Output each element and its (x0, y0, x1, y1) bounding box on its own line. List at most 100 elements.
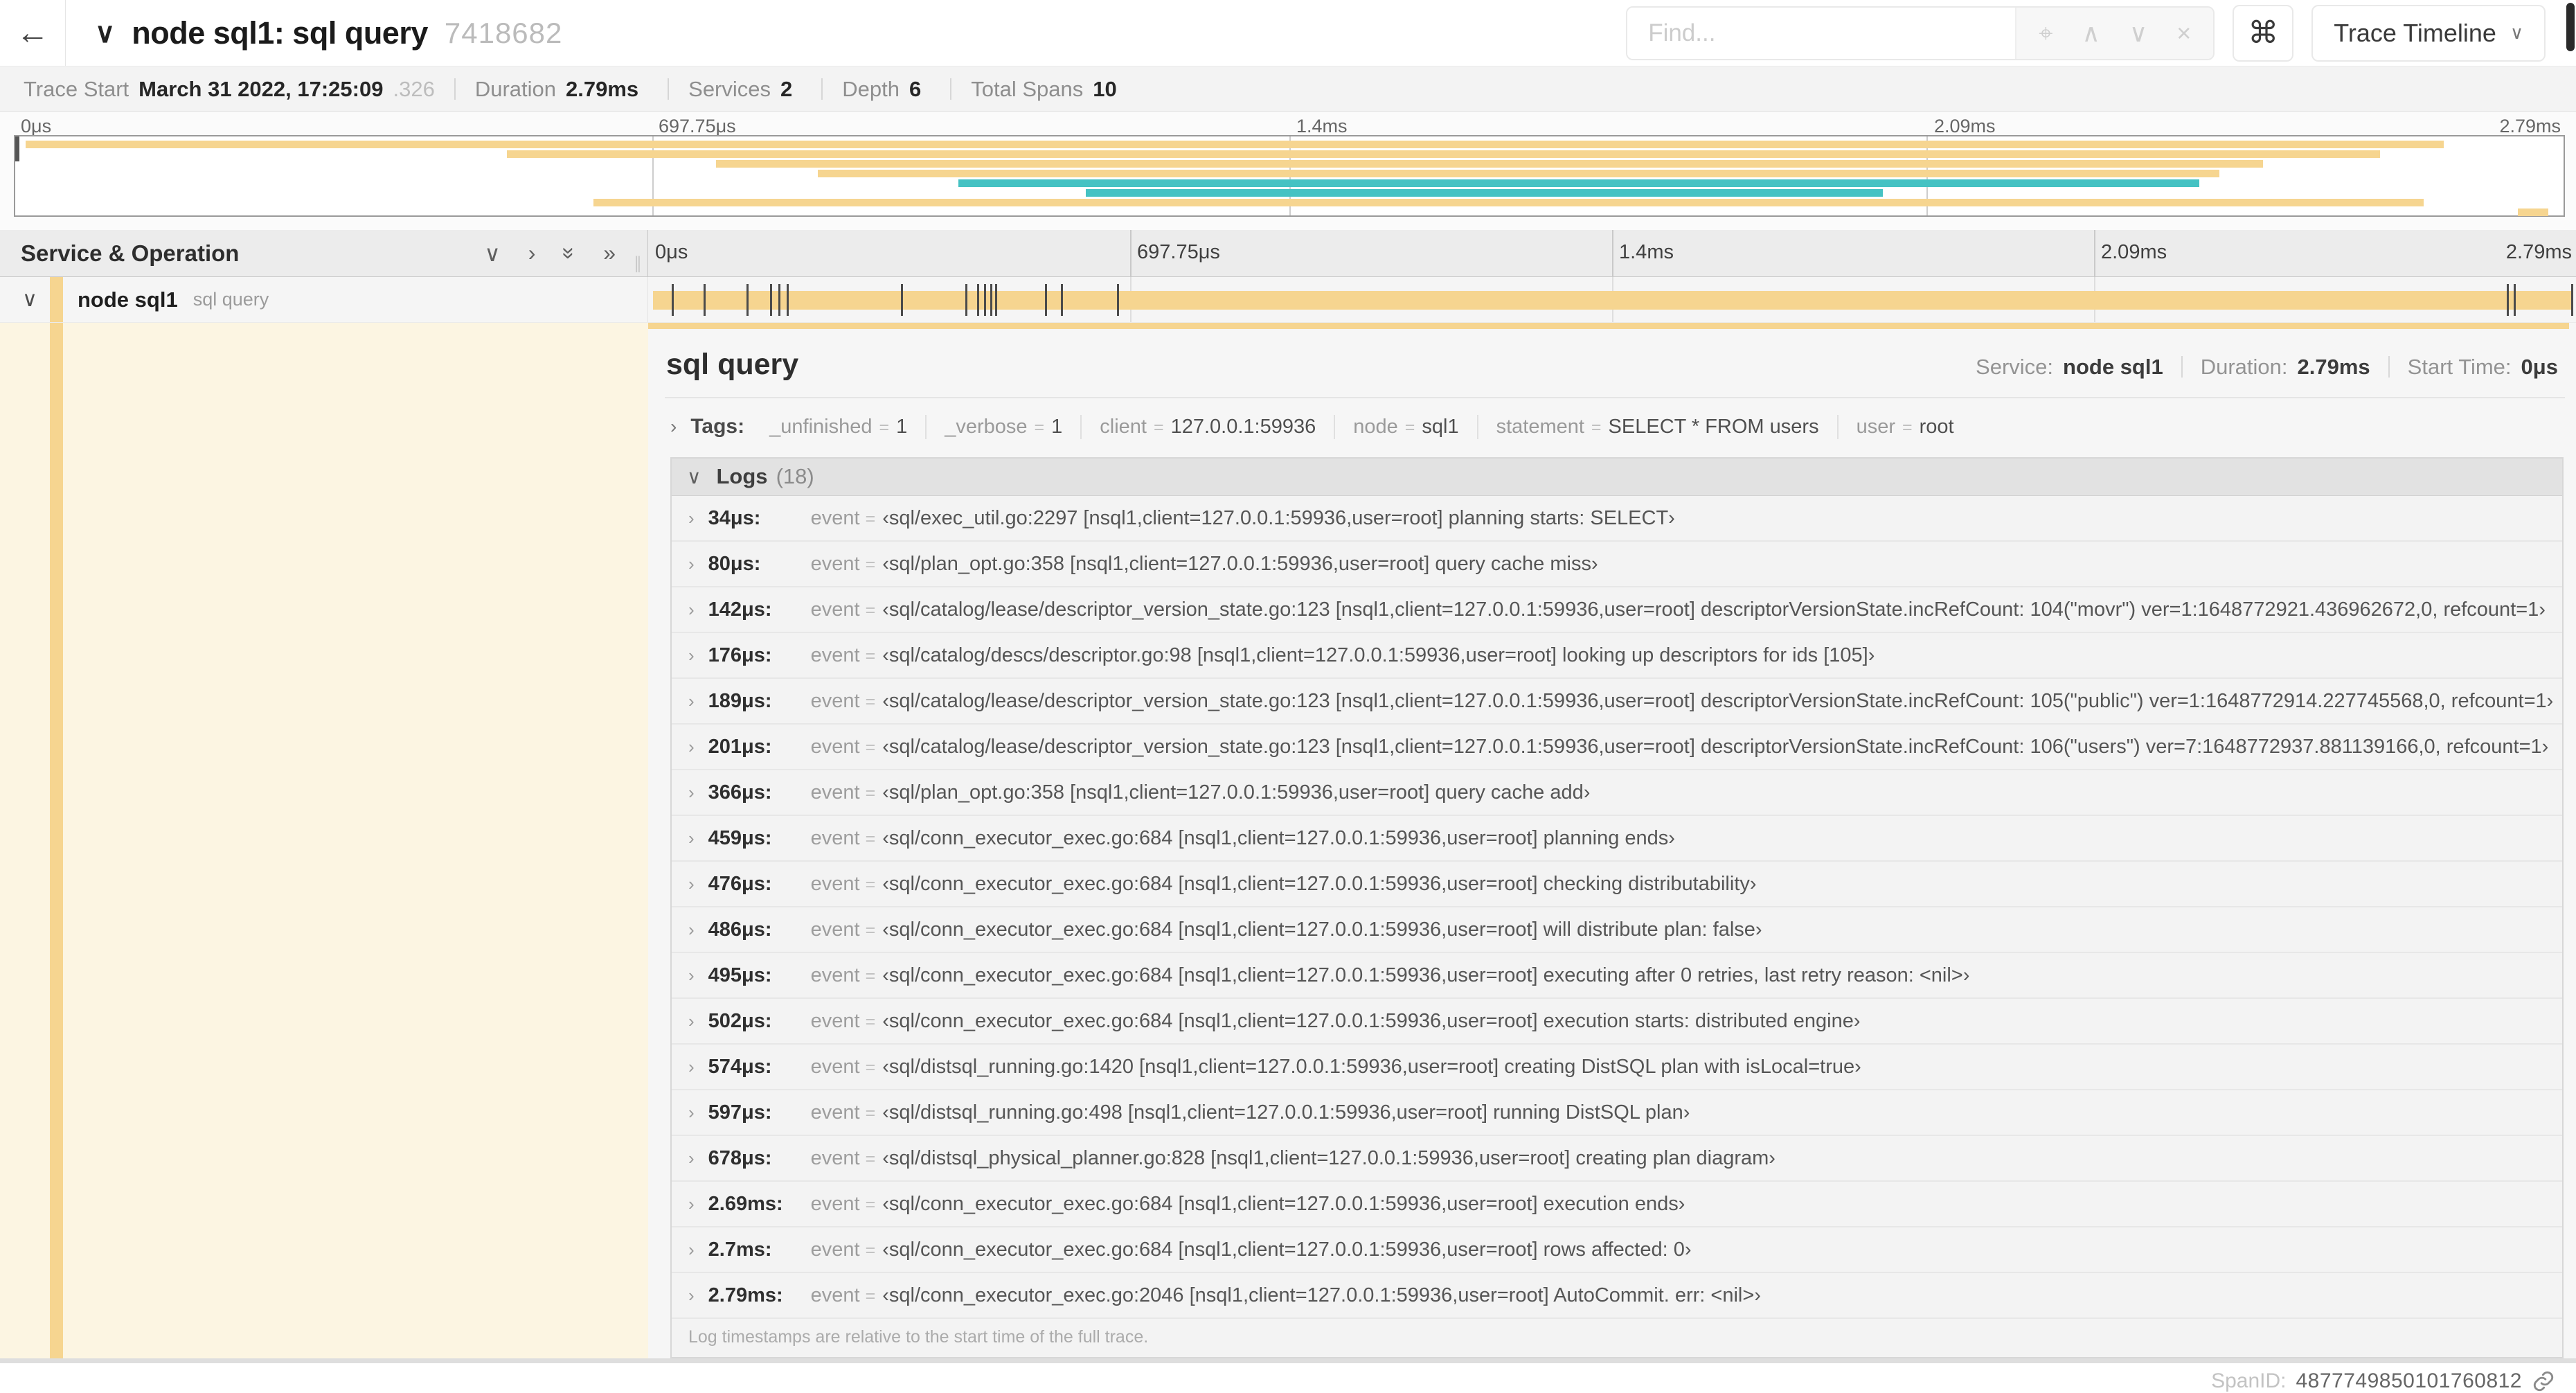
chevron-right-icon[interactable]: › (688, 919, 695, 941)
top-bar-actions: ⌖ ∧ ∨ × ⌘ Trace Timeline ∨ (1626, 4, 2576, 62)
tag-value: 127.0.0.1:59936 (1170, 416, 1316, 438)
chevron-right-icon[interactable]: › (688, 1194, 695, 1215)
chevron-down-icon[interactable]: ∨ (687, 465, 701, 488)
log-field-value: ‹sql/distsql_running.go:1420 [nsql1,clie… (882, 1055, 1861, 1078)
log-timestamp: 2.79ms: (708, 1284, 783, 1306)
chevron-right-icon[interactable]: › (688, 553, 695, 575)
chevron-right-icon[interactable]: › (688, 828, 695, 849)
find-next-icon[interactable]: ∨ (2129, 20, 2147, 46)
chevron-right-icon[interactable]: › (688, 1239, 695, 1261)
log-entry-row[interactable]: › 476μs: event = ‹sql/conn_executor_exec… (672, 862, 2562, 907)
minimap-drag-handle[interactable] (15, 136, 19, 161)
tag-item: client = 127.0.0.1:59936 (1082, 415, 1336, 439)
log-entry-row[interactable]: › 495μs: event = ‹sql/conn_executor_exec… (672, 953, 2562, 999)
chevron-right-icon[interactable]: › (688, 873, 695, 895)
chevron-right-icon[interactable]: › (688, 1148, 695, 1169)
find-clear-icon[interactable]: × (2176, 20, 2191, 46)
log-entry-row[interactable]: › 176μs: event = ‹sql/catalog/descs/desc… (672, 633, 2562, 679)
meta-value: March 31 2022, 17:25:09 (138, 76, 384, 101)
log-event-marker (778, 284, 781, 316)
chevron-right-icon[interactable]: › (688, 1056, 695, 1078)
log-entry-row[interactable]: › 2.7ms: event = ‹sql/conn_executor_exec… (672, 1227, 2562, 1273)
log-timestamp: 80μs: (708, 552, 761, 575)
trace-title-group[interactable]: ∨ node sql1: sql query 7418682 (95, 15, 562, 51)
log-timestamp: 678μs: (708, 1146, 772, 1169)
chevron-right-icon[interactable]: › (688, 1011, 695, 1032)
log-entry-row[interactable]: › 2.69ms: event = ‹sql/conn_executor_exe… (672, 1182, 2562, 1227)
chevron-right-icon[interactable]: › (670, 416, 677, 438)
trace-view-selector[interactable]: Trace Timeline ∨ (2311, 4, 2546, 62)
log-entry-row[interactable]: › 34μs: event = ‹sql/exec_util.go:2297 [… (672, 496, 2562, 542)
span-color-strip (50, 323, 63, 1363)
log-field-key: event (810, 1009, 860, 1032)
span-stat-value: 0μs (2521, 355, 2558, 379)
log-entry-row[interactable]: › 201μs: event = ‹sql/catalog/lease/desc… (672, 725, 2562, 770)
tag-item: _unfinished = 1 (751, 415, 927, 439)
chevron-right-icon[interactable]: › (688, 1102, 695, 1124)
log-entry-row[interactable]: › 574μs: event = ‹sql/distsql_running.go… (672, 1045, 2562, 1090)
log-entry-row[interactable]: › 189μs: event = ‹sql/catalog/lease/desc… (672, 679, 2562, 725)
expand-one-icon[interactable]: › (528, 240, 536, 266)
tag-item: user = root (1839, 415, 1972, 439)
back-button[interactable]: ← (0, 0, 66, 66)
vertical-scrollbar[interactable] (2565, 0, 2576, 1363)
log-entry-row[interactable]: › 459μs: event = ‹sql/conn_executor_exec… (672, 816, 2562, 862)
chevron-right-icon[interactable]: › (688, 736, 695, 758)
span-stat-label: Start Time: (2407, 355, 2512, 379)
log-entry-row[interactable]: › 486μs: event = ‹sql/conn_executor_exec… (672, 907, 2562, 953)
back-arrow-icon: ← (16, 15, 49, 51)
span-duration-bar[interactable] (652, 291, 2573, 310)
log-entry-row[interactable]: › 80μs: event = ‹sql/plan_opt.go:358 [ns… (672, 542, 2562, 587)
log-timestamp: 597μs: (708, 1101, 772, 1124)
log-field-value: ‹sql/conn_executor_exec.go:684 [nsql1,cl… (882, 964, 1970, 986)
chevron-right-icon[interactable]: › (688, 645, 695, 666)
chevron-right-icon[interactable]: › (688, 965, 695, 986)
tag-key: _unfinished (769, 416, 873, 438)
log-equals: = (865, 828, 876, 849)
column-resizer-handle[interactable]: ∥ (634, 254, 642, 274)
chevron-right-icon[interactable]: › (688, 599, 695, 621)
keyboard-shortcuts-button[interactable]: ⌘ (2233, 4, 2294, 62)
span-detail-title: sql query (666, 348, 799, 381)
log-entry-row[interactable]: › 142μs: event = ‹sql/catalog/lease/desc… (672, 587, 2562, 633)
time-tick-label: 2.09ms (1934, 116, 1996, 136)
find-prev-icon[interactable]: ∧ (2082, 20, 2100, 46)
time-tick-label: 2.09ms (2101, 241, 2167, 263)
tags-accordion[interactable]: › Tags: _unfinished = 1 _verbose = 1 cli… (665, 398, 2565, 452)
log-equals: = (865, 1057, 876, 1077)
chevron-right-icon[interactable]: › (688, 508, 695, 529)
log-equals: = (865, 1286, 876, 1306)
log-entry-row[interactable]: › 678μs: event = ‹sql/distsql_physical_p… (672, 1136, 2562, 1182)
log-entry-row[interactable]: › 366μs: event = ‹sql/plan_opt.go:358 [n… (672, 770, 2562, 816)
chevron-down-icon[interactable]: ∨ (95, 17, 115, 49)
focus-target-icon[interactable]: ⌖ (2039, 20, 2052, 46)
span-row[interactable]: ∨ node sql1 sql query (0, 277, 2576, 323)
tag-equals: = (1034, 418, 1045, 437)
collapse-one-icon[interactable]: ∨ (484, 240, 500, 267)
scrollbar-thumb[interactable] (2566, 3, 2575, 51)
find-input[interactable] (1627, 7, 2016, 59)
log-field-key: event (810, 918, 860, 941)
span-bar-track[interactable] (648, 277, 2576, 322)
expand-all-icon[interactable]: » (603, 240, 616, 266)
tag-key: _verbose (945, 416, 1028, 438)
minimap-canvas[interactable] (14, 135, 2565, 217)
span-collapse-icon[interactable]: ∨ (22, 287, 37, 312)
log-entry-row[interactable]: › 2.79ms: event = ‹sql/conn_executor_exe… (672, 1273, 2562, 1319)
span-detail-stats: Service: node sql1 Duration: 2.79ms Star… (1958, 356, 2561, 378)
chevron-right-icon[interactable]: › (688, 691, 695, 712)
meta-item: Duration 2.79ms (456, 78, 670, 100)
collapse-all-icon[interactable]: » (557, 247, 582, 260)
span-id-label: SpanID: (2211, 1369, 2287, 1392)
link-icon[interactable] (2532, 1369, 2555, 1393)
tag-equals: = (1404, 418, 1415, 437)
chevron-right-icon[interactable]: › (688, 1285, 695, 1306)
logs-accordion-header[interactable]: ∨ Logs (18) (672, 458, 2562, 496)
logs-title: Logs (716, 464, 768, 489)
span-row-name-column[interactable]: ∨ node sql1 sql query (0, 277, 648, 322)
log-field-key: event (810, 1055, 860, 1078)
log-entry-row[interactable]: › 597μs: event = ‹sql/distsql_running.go… (672, 1090, 2562, 1136)
chevron-right-icon[interactable]: › (688, 782, 695, 804)
minimap-span-bar (593, 199, 2424, 206)
log-entry-row[interactable]: › 502μs: event = ‹sql/conn_executor_exec… (672, 999, 2562, 1045)
